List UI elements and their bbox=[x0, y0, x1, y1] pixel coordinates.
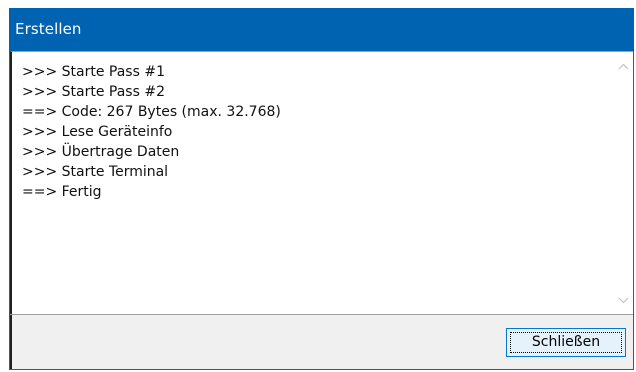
vertical-scrollbar[interactable] bbox=[613, 52, 633, 314]
log-line: ==> Code: 267 Bytes (max. 32.768) bbox=[22, 104, 281, 120]
log-line: ==> Fertig bbox=[22, 184, 102, 200]
dialog-title: Erstellen bbox=[15, 20, 82, 38]
scroll-down-button[interactable] bbox=[613, 290, 633, 310]
log-line: >>> Starte Pass #2 bbox=[22, 84, 165, 100]
close-button[interactable]: Schließen bbox=[506, 328, 626, 357]
scroll-up-button[interactable] bbox=[613, 56, 633, 76]
log-line: >>> Lese Geräteinfo bbox=[22, 124, 173, 140]
log-line: >>> Starte Terminal bbox=[22, 164, 169, 180]
chevron-up-icon bbox=[618, 63, 628, 69]
log-line: >>> Starte Pass #1 bbox=[22, 64, 165, 80]
dialog-footer: Schließen bbox=[10, 315, 633, 369]
log-list: >>> Starte Pass #1 >>> Starte Pass #2 ==… bbox=[22, 62, 607, 202]
build-dialog: Erstellen >>> Starte Pass #1 >>> Starte … bbox=[9, 8, 634, 370]
title-bar[interactable]: Erstellen bbox=[9, 8, 634, 51]
build-log-output[interactable]: >>> Starte Pass #1 >>> Starte Pass #2 ==… bbox=[10, 51, 633, 315]
close-button-label: Schließen bbox=[531, 334, 601, 350]
chevron-down-icon bbox=[618, 297, 628, 303]
log-line: >>> Übertrage Daten bbox=[22, 144, 180, 160]
